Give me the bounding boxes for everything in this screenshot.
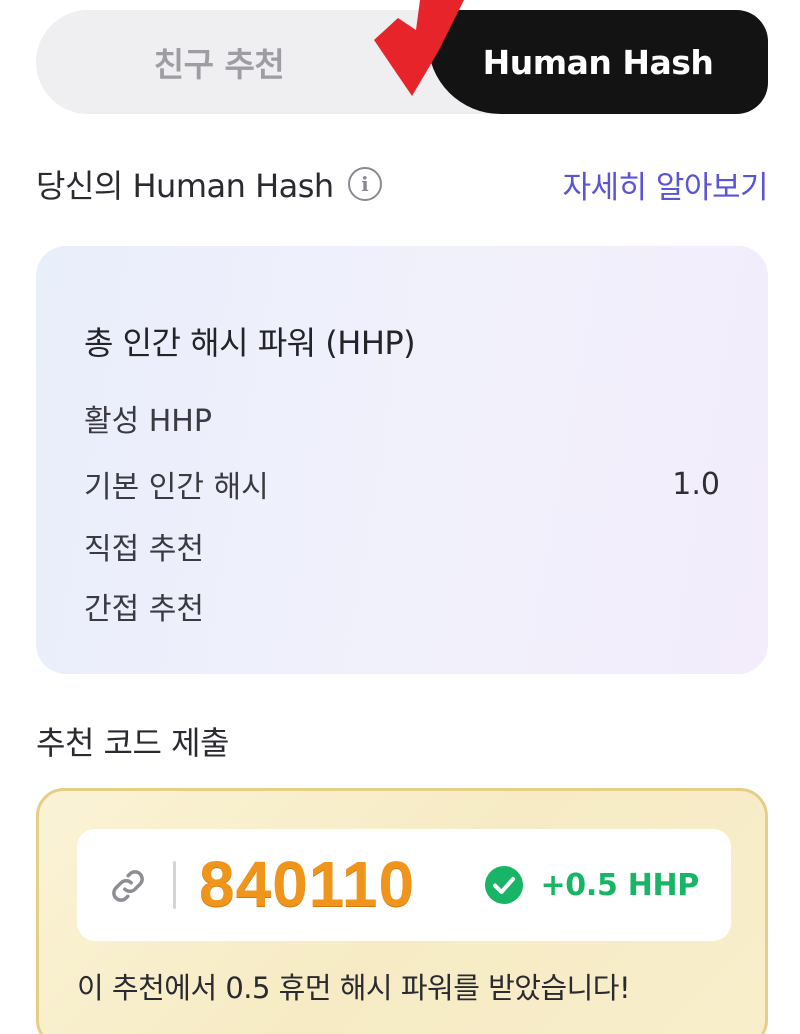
page: 친구 추천 Human Hash 당신의 Human Hash i 자세히 알아… <box>0 0 800 1034</box>
hhp-row-label: 직접 추천 <box>84 532 204 567</box>
hhp-row-label: 기본 인간 해시 <box>84 470 269 505</box>
hhp-card-title: 총 인간 해시 파워 (HHP) <box>84 324 416 362</box>
code-divider <box>173 861 176 909</box>
section-title-wrap: 당신의 Human Hash i <box>36 161 382 207</box>
referral-success-message: 이 추천에서 0.5 휴먼 해시 파워를 받았습니다! <box>77 971 631 1005</box>
hhp-row-label: 활성 HHP <box>84 404 212 439</box>
hhp-row-base: 기본 인간 해시 1.0 <box>84 462 720 506</box>
link-icon <box>112 870 144 902</box>
referral-title: 추천 코드 제출 <box>36 724 229 762</box>
referral-code-value: 840110 <box>199 848 416 920</box>
bonus-badge: +0.5 HHP <box>484 865 699 905</box>
human-hash-title: 당신의 Human Hash <box>36 167 334 205</box>
hhp-row-value: 1.0 <box>672 466 720 502</box>
annotation-arrow-icon <box>374 0 464 96</box>
referral-card: 840110 +0.5 HHP 이 추천에서 0.5 휴먼 해시 파워를 받았습… <box>36 788 768 1034</box>
bonus-amount: +0.5 HHP <box>540 867 699 903</box>
hhp-row-active: 활성 HHP <box>84 396 720 440</box>
hhp-row-direct: 직접 추천 <box>84 524 720 568</box>
info-icon[interactable]: i <box>347 167 382 201</box>
hhp-row-indirect: 간접 추천 <box>84 584 720 628</box>
hhp-card: 총 인간 해시 파워 (HHP) 활성 HHP 기본 인간 해시 1.0 직접 … <box>36 246 768 674</box>
hhp-row-label: 간접 추천 <box>84 592 204 627</box>
learn-more-link[interactable]: 자세히 알아보기 <box>563 162 769 207</box>
human-hash-header: 당신의 Human Hash i 자세히 알아보기 <box>36 158 768 210</box>
tab-friend-referral[interactable]: 친구 추천 <box>36 10 402 114</box>
tab-human-hash[interactable]: Human Hash <box>428 10 768 114</box>
check-circle-icon <box>485 866 524 904</box>
referral-code-field[interactable]: 840110 +0.5 HHP <box>77 829 731 941</box>
